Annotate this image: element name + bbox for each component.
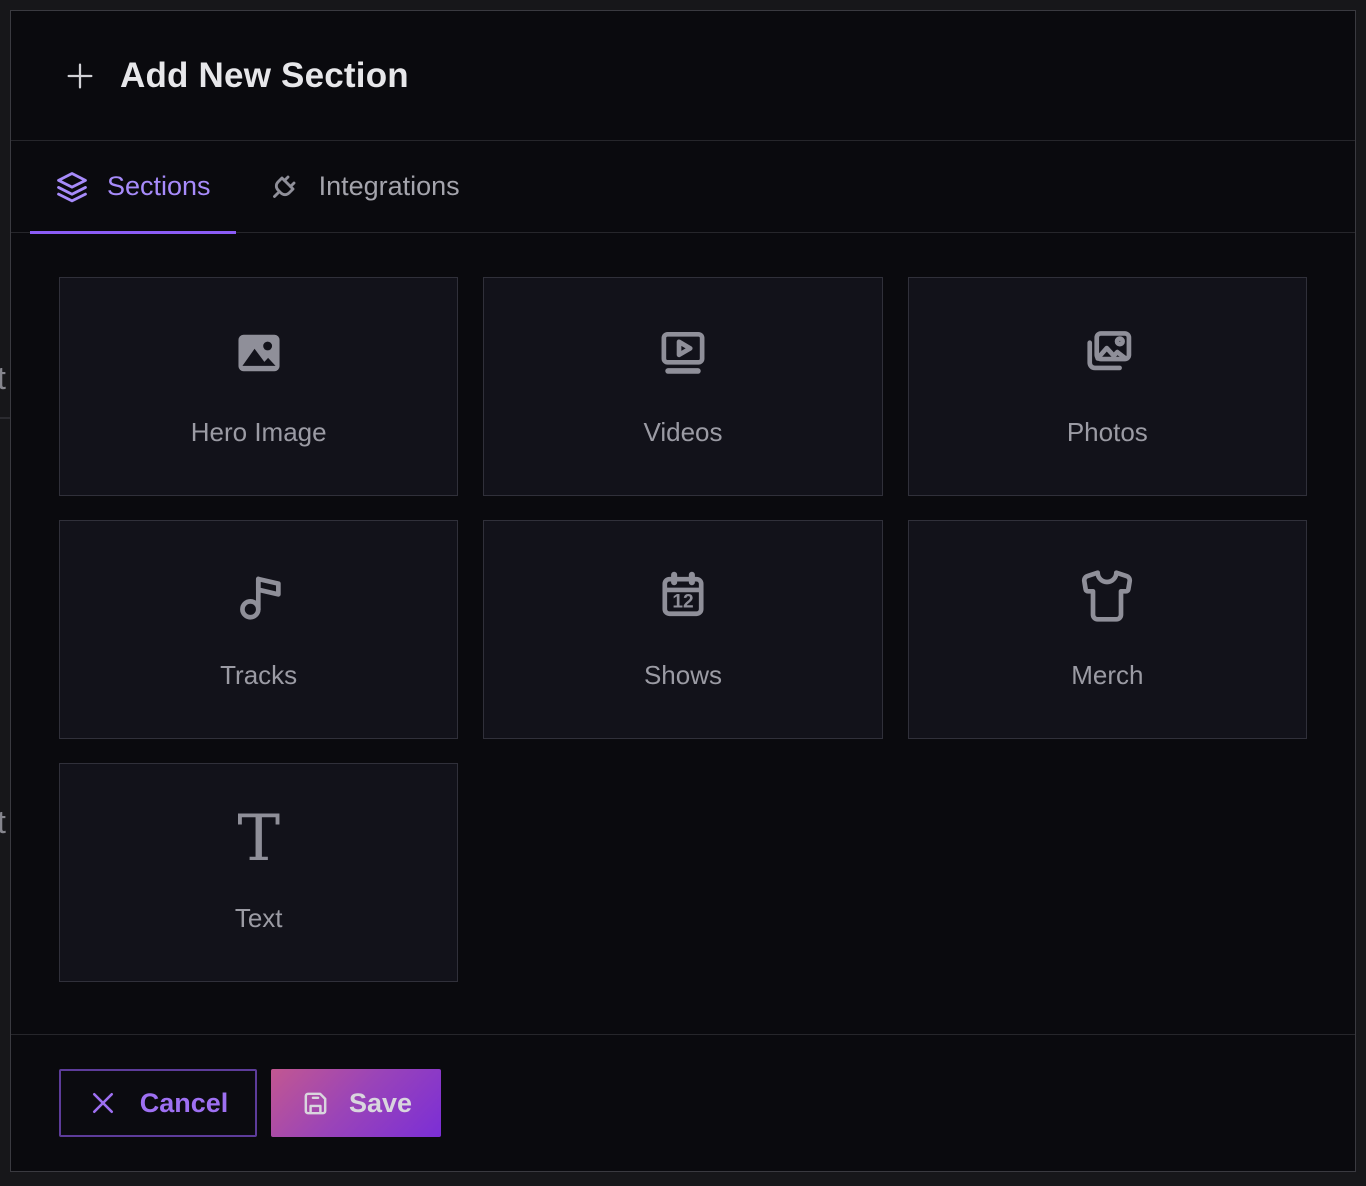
section-card-shows[interactable]: 12 Shows	[483, 520, 882, 739]
section-card-text[interactable]: T Text	[59, 763, 458, 982]
modal-footer: Cancel Save	[11, 1034, 1355, 1171]
card-label: Shows	[644, 660, 722, 691]
layers-icon	[55, 170, 89, 204]
section-card-photos[interactable]: Photos	[908, 277, 1307, 496]
card-label: Videos	[643, 417, 722, 448]
modal-title: Add New Section	[120, 56, 409, 96]
serif-t-icon: T	[231, 811, 287, 867]
card-label: Tracks	[220, 660, 297, 691]
cancel-button[interactable]: Cancel	[59, 1069, 257, 1137]
monitor-play-icon	[655, 325, 711, 381]
music-note-icon	[231, 568, 287, 624]
section-card-tracks[interactable]: Tracks	[59, 520, 458, 739]
section-grid: Hero Image Videos	[59, 277, 1307, 982]
hero-image-icon	[231, 325, 287, 381]
add-section-modal: Add New Section Sections Integrations	[10, 10, 1356, 1172]
card-label: Text	[235, 903, 283, 934]
backdrop-divider	[0, 417, 10, 419]
plug-icon	[267, 170, 301, 204]
tab-sections-label: Sections	[107, 171, 211, 202]
tab-integrations[interactable]: Integrations	[242, 141, 485, 232]
save-button-label: Save	[349, 1088, 412, 1119]
calendar-icon: 12	[655, 568, 711, 624]
backdrop-text-fragment: t	[0, 360, 6, 397]
calendar-day-number: 12	[672, 591, 693, 612]
tshirt-icon	[1079, 568, 1135, 624]
card-label: Hero Image	[191, 417, 327, 448]
tab-integrations-label: Integrations	[319, 171, 460, 202]
cancel-button-label: Cancel	[140, 1088, 229, 1119]
modal-content: Hero Image Videos	[11, 233, 1355, 982]
tab-bar: Sections Integrations	[11, 141, 1355, 233]
photos-stack-icon	[1079, 325, 1135, 381]
tab-sections[interactable]: Sections	[30, 141, 236, 232]
close-icon	[88, 1088, 118, 1118]
save-button[interactable]: Save	[271, 1069, 441, 1137]
plus-icon	[63, 59, 97, 93]
card-label: Merch	[1071, 660, 1143, 691]
section-card-hero-image[interactable]: Hero Image	[59, 277, 458, 496]
backdrop-text-fragment: t	[0, 804, 6, 841]
section-card-videos[interactable]: Videos	[483, 277, 882, 496]
save-floppy-icon	[300, 1088, 331, 1119]
section-card-merch[interactable]: Merch	[908, 520, 1307, 739]
card-label: Photos	[1067, 417, 1148, 448]
modal-header: Add New Section	[11, 11, 1355, 141]
